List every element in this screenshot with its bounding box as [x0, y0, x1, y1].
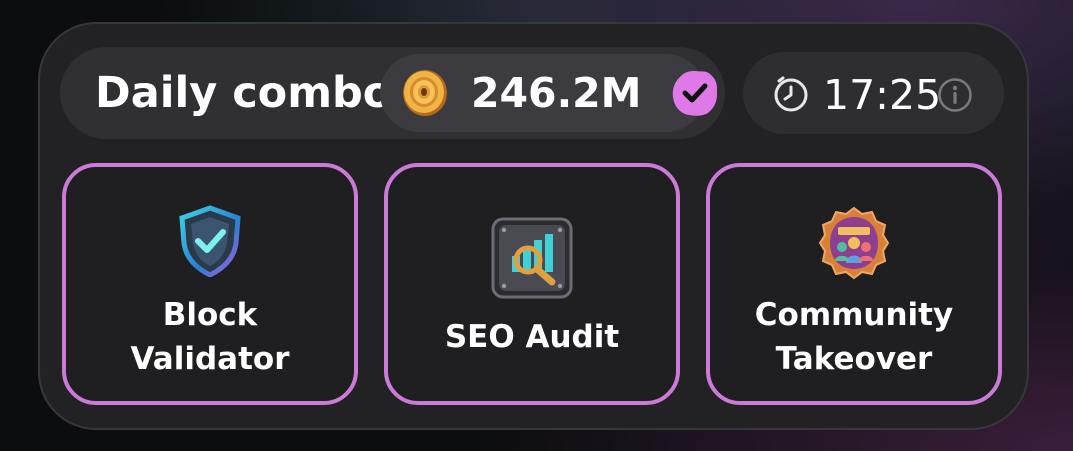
card-label-line1: SEO Audit — [444, 319, 620, 355]
seo-chart-magnifier-icon — [490, 216, 574, 304]
community-badge-icon — [818, 205, 890, 285]
daily-combo-title: Daily combo — [95, 68, 393, 118]
reward-amount: 246.2M — [471, 69, 642, 117]
card-label-line1: Community — [754, 297, 954, 333]
combo-card-seo-audit[interactable]: SEO Audit — [384, 163, 680, 405]
card-label-line2: Validator — [130, 341, 290, 377]
shield-check-icon — [177, 205, 243, 281]
coin-icon — [400, 68, 450, 118]
card-label-line1: Block — [162, 297, 258, 333]
info-icon[interactable] — [937, 77, 973, 113]
combo-card-block-validator[interactable]: Block Validator — [62, 163, 358, 405]
timer-countdown: 17:25 — [823, 71, 942, 119]
checkmark-badge-icon — [670, 68, 720, 118]
combo-card-community-takeover[interactable]: Community Takeover — [706, 163, 1002, 405]
clock-icon — [773, 76, 809, 112]
card-label-line2: Takeover — [775, 341, 933, 377]
